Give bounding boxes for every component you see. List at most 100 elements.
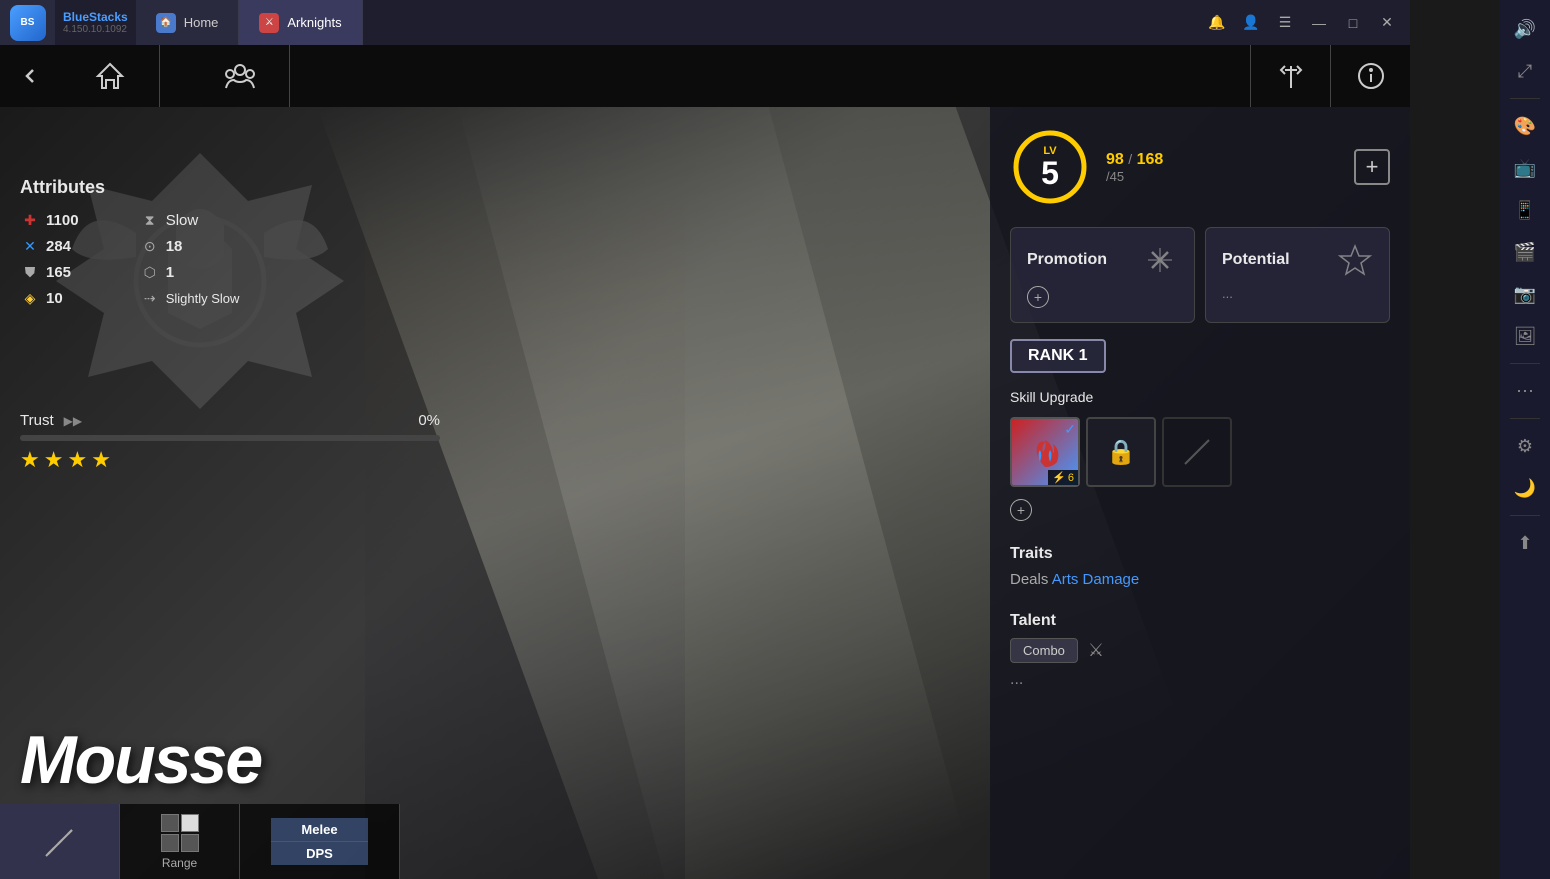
- character-image: [200, 107, 850, 879]
- titlebar-controls: 🔔 👤 ☰ — □ ✕: [1202, 8, 1410, 38]
- promotion-card[interactable]: Promotion +: [1010, 227, 1195, 323]
- game-tab[interactable]: ⚔ Arknights: [239, 0, 362, 45]
- sidebar-phone-btn[interactable]: 📱: [1506, 191, 1544, 229]
- sidebar-theme-btn[interactable]: 🌙: [1506, 469, 1544, 507]
- skill-lightning: ⚡: [1052, 471, 1066, 484]
- block-icon: ⬡: [140, 262, 160, 282]
- traits-highlight: Arts Damage: [1052, 571, 1140, 588]
- pot-header: Potential: [1222, 242, 1373, 278]
- skill-upgrade-plus-btn[interactable]: +: [1010, 499, 1032, 521]
- back-button[interactable]: [0, 45, 60, 107]
- block-value: 1: [166, 264, 174, 281]
- traits-prefix: Deals: [1010, 571, 1052, 588]
- range-sq-1: [161, 814, 179, 832]
- sidebar-volume-btn[interactable]: 🔊: [1506, 10, 1544, 48]
- sidebar-camera-btn[interactable]: 📷: [1506, 275, 1544, 313]
- promo-header: Promotion: [1027, 242, 1178, 278]
- bottom-actions: Range Melee DPS: [0, 804, 400, 879]
- skill-icons-row: ✓ ⚡ 6 🔒: [1010, 417, 1232, 487]
- nav-squad-btn[interactable]: [190, 45, 290, 107]
- attr-res: ◈ 10: [20, 288, 120, 308]
- rank-label: RANK: [1028, 347, 1074, 364]
- promo-plus: +: [1027, 286, 1049, 308]
- skill-level-num: 6: [1068, 472, 1074, 484]
- trust-bar-bg: [20, 435, 440, 441]
- range-sq-4: [181, 834, 199, 852]
- nav-home-btn[interactable]: [60, 45, 160, 107]
- attr-atkspeed: ⊙ 18: [140, 236, 240, 256]
- star-1: ★: [20, 447, 40, 473]
- home-tab-label: Home: [184, 15, 219, 30]
- talent-section: Talent Combo ⚔ ...: [1010, 612, 1390, 689]
- range-btn[interactable]: Range: [120, 804, 240, 879]
- attr-deploy: ⇢ Slightly Slow: [140, 288, 240, 308]
- potential-card[interactable]: Potential ...: [1205, 227, 1390, 323]
- trust-label: Trust: [20, 412, 54, 429]
- dps-btn[interactable]: DPS: [271, 842, 367, 865]
- traits-title: Traits: [1010, 545, 1390, 563]
- top-nav: [0, 45, 1410, 107]
- sidebar-screen-btn[interactable]: 📺: [1506, 149, 1544, 187]
- close-btn[interactable]: ✕: [1372, 8, 1402, 38]
- skill-upgrade-row: Skill Upgrade: [1010, 389, 1232, 405]
- type-btns: Melee DPS: [240, 804, 400, 879]
- home-tab[interactable]: 🏠 Home: [136, 0, 240, 45]
- type-btns-inner: Melee DPS: [271, 818, 367, 865]
- nav-info-btn[interactable]: [1330, 45, 1410, 107]
- rank-badge: RANK 1: [1010, 339, 1106, 373]
- sidebar-more-btn[interactable]: ⋯: [1506, 372, 1544, 410]
- exp-max: 168: [1137, 151, 1164, 168]
- sidebar-gallery-btn[interactable]: 🖼: [1506, 317, 1544, 355]
- level-circle-container: LV 5: [1010, 127, 1090, 207]
- sidebar-divider-4: [1510, 515, 1540, 516]
- menu-btn[interactable]: ☰: [1270, 8, 1300, 38]
- sidebar-divider-1: [1510, 98, 1540, 99]
- res-value: 10: [46, 290, 63, 307]
- skill-upgrade-label: Skill Upgrade: [1010, 389, 1093, 405]
- star-2: ★: [44, 447, 64, 473]
- level-plus-btn[interactable]: +: [1354, 149, 1390, 185]
- def-icon: ⛊: [20, 262, 40, 282]
- talent-title: Talent: [1010, 612, 1390, 630]
- exp-separator: /: [1128, 151, 1132, 167]
- atk-value: 284: [46, 238, 71, 255]
- attr-block: ⬡ 1: [140, 262, 240, 282]
- empty-slot-icon: [1177, 432, 1217, 472]
- trust-percent: 0%: [418, 412, 440, 429]
- exp-current: 98: [1106, 151, 1124, 168]
- attributes-panel: Attributes ✚ 1100 ⧗ Slow ✕ 284: [20, 177, 239, 308]
- pot-title: Potential: [1222, 251, 1290, 269]
- sidebar-fullscreen-btn[interactable]: ⤢: [1506, 52, 1544, 90]
- talent-more-btn[interactable]: ...: [1010, 671, 1390, 689]
- level-display: LV 5: [1010, 127, 1090, 207]
- minimize-btn[interactable]: —: [1304, 8, 1334, 38]
- sidebar-paint-btn[interactable]: 🎨: [1506, 107, 1544, 145]
- skill-plus-row: +: [1010, 499, 1232, 521]
- char-body: [365, 179, 685, 879]
- attr-atk: ✕ 284: [20, 236, 120, 256]
- notification-btn[interactable]: 🔔: [1202, 8, 1232, 38]
- traits-section: Traits Deals Arts Damage: [1010, 545, 1390, 588]
- maximize-btn[interactable]: □: [1338, 8, 1368, 38]
- hp-value: 1100: [46, 212, 79, 229]
- stars-row: ★ ★ ★ ★: [20, 447, 111, 473]
- sword-icon: [40, 822, 80, 862]
- hp-icon: ✚: [20, 210, 40, 230]
- sidebar-video-btn[interactable]: 🎬: [1506, 233, 1544, 271]
- atkspeed-icon: ⊙: [140, 236, 160, 256]
- exp-slash: /45: [1106, 169, 1338, 184]
- trust-arrows: ▶▶: [64, 414, 82, 428]
- rank-value: 1: [1079, 347, 1088, 364]
- sword-btn[interactable]: [0, 804, 120, 879]
- level-info: 98 / 168 /45: [1106, 151, 1338, 184]
- skill-1-btn[interactable]: ✓ ⚡ 6: [1010, 417, 1080, 487]
- skill-2-btn[interactable]: 🔒: [1086, 417, 1156, 487]
- potential-icon: [1337, 242, 1373, 278]
- sidebar-update-btn[interactable]: ⬆: [1506, 524, 1544, 562]
- melee-btn[interactable]: Melee: [271, 818, 367, 842]
- account-btn[interactable]: 👤: [1236, 8, 1266, 38]
- sidebar-settings-btn[interactable]: ⚙: [1506, 427, 1544, 465]
- app-name: BlueStacks: [63, 10, 128, 24]
- nav-wardrobe-btn[interactable]: [1250, 45, 1330, 107]
- game-area: Attributes ✚ 1100 ⧗ Slow ✕ 284: [0, 45, 1410, 879]
